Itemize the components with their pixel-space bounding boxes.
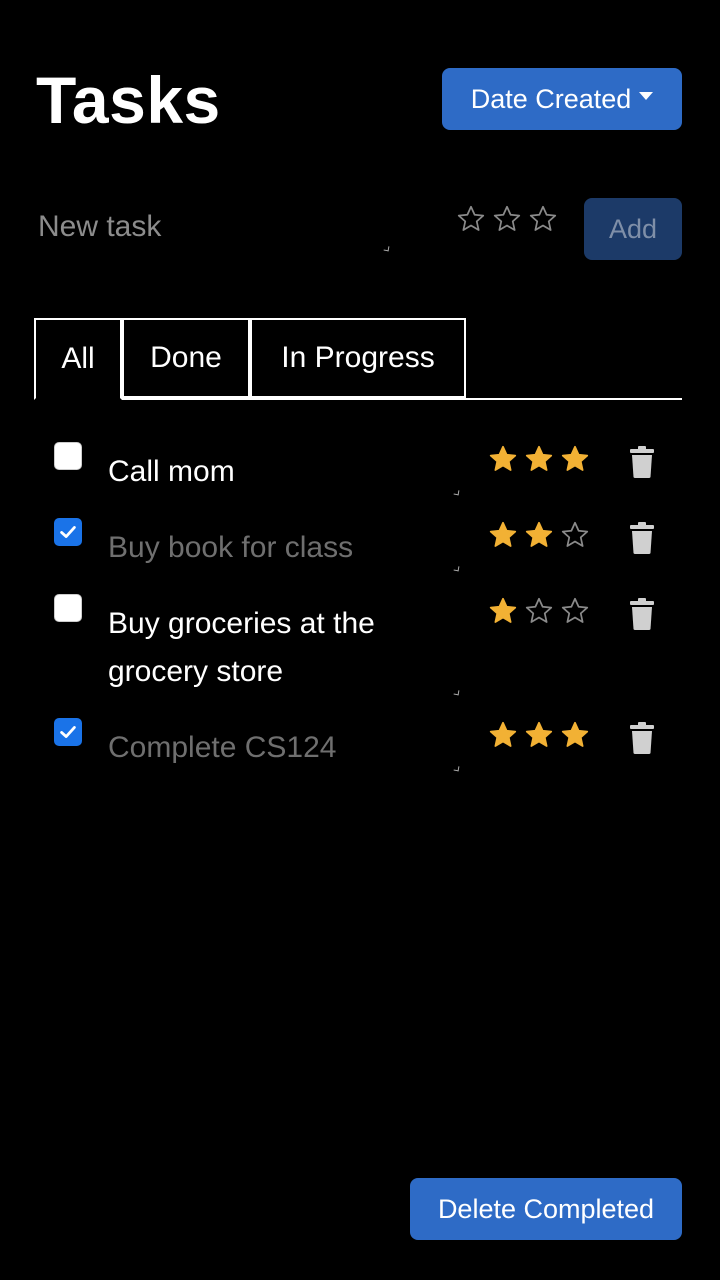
star-filled-icon[interactable] [488, 444, 518, 474]
tab-all[interactable]: All [34, 318, 122, 400]
task-item: Buy groceries at the grocery store [0, 592, 720, 702]
sort-dropdown-label: Date Created [470, 83, 632, 114]
task-checkbox[interactable] [54, 594, 82, 622]
trash-icon[interactable] [628, 597, 656, 631]
tab-done[interactable]: Done [122, 318, 250, 398]
caret-down-icon [639, 92, 654, 100]
task-checkbox[interactable] [54, 518, 82, 546]
trash-icon[interactable] [628, 521, 656, 555]
task-rating[interactable] [488, 596, 590, 626]
add-task-button[interactable]: Add [584, 198, 682, 260]
tabs-divider [34, 398, 682, 400]
resize-handle-icon[interactable] [383, 245, 390, 252]
star-outline-icon[interactable] [456, 204, 486, 234]
task-rating[interactable] [488, 520, 590, 550]
trash-icon[interactable] [628, 721, 656, 755]
task-checkbox[interactable] [54, 442, 82, 470]
star-outline-icon[interactable] [560, 596, 590, 626]
filter-tabs: All Done In Progress [34, 318, 682, 400]
resize-handle-icon[interactable] [453, 765, 460, 772]
tasks-page: Tasks Date Created Add All Done In Progr… [0, 0, 720, 1280]
new-task-rating[interactable] [456, 204, 558, 234]
star-outline-icon[interactable] [492, 204, 522, 234]
task-text[interactable]: Call mom [108, 448, 448, 496]
task-item: Call mom [0, 440, 720, 510]
checkmark-icon [60, 726, 76, 738]
star-filled-icon[interactable] [560, 720, 590, 750]
tab-in-progress[interactable]: In Progress [250, 318, 466, 398]
star-filled-icon[interactable] [524, 520, 554, 550]
task-item: Buy book for class [0, 516, 720, 586]
trash-icon[interactable] [628, 445, 656, 479]
task-item: Complete CS124 [0, 716, 720, 786]
new-task-input[interactable] [38, 200, 390, 254]
star-filled-icon[interactable] [488, 720, 518, 750]
resize-handle-icon[interactable] [453, 565, 460, 572]
star-outline-icon[interactable] [528, 204, 558, 234]
task-checkbox[interactable] [54, 718, 82, 746]
delete-completed-button[interactable]: Delete Completed [410, 1178, 682, 1240]
star-filled-icon[interactable] [524, 720, 554, 750]
task-text[interactable]: Buy groceries at the grocery store [108, 600, 448, 696]
checkmark-icon [60, 526, 76, 538]
star-filled-icon[interactable] [560, 444, 590, 474]
sort-dropdown-button[interactable]: Date Created [442, 68, 682, 130]
page-title: Tasks [36, 63, 221, 137]
star-outline-icon[interactable] [524, 596, 554, 626]
star-filled-icon[interactable] [488, 596, 518, 626]
task-text[interactable]: Buy book for class [108, 524, 448, 572]
task-rating[interactable] [488, 444, 590, 474]
star-filled-icon[interactable] [524, 444, 554, 474]
resize-handle-icon[interactable] [453, 489, 460, 496]
task-rating[interactable] [488, 720, 590, 750]
task-text[interactable]: Complete CS124 [108, 724, 448, 772]
star-outline-icon[interactable] [560, 520, 590, 550]
resize-handle-icon[interactable] [453, 689, 460, 696]
star-filled-icon[interactable] [488, 520, 518, 550]
